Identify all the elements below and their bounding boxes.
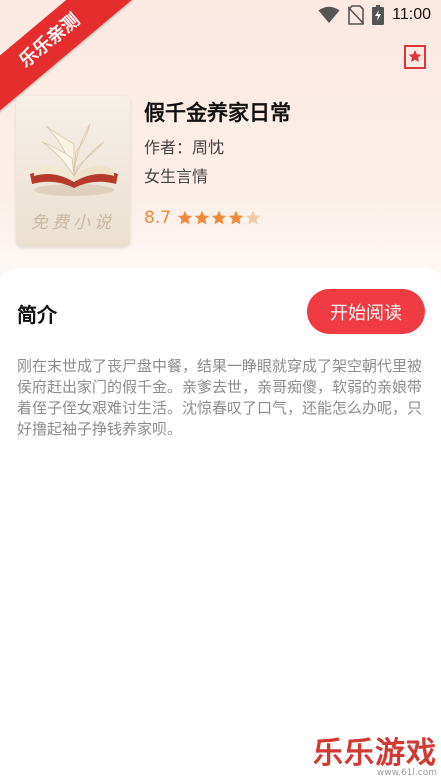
rating: 8.7 bbox=[144, 208, 261, 228]
star-icon bbox=[228, 210, 244, 225]
star-icon bbox=[211, 210, 227, 225]
rating-score: 8.7 bbox=[144, 208, 172, 228]
book-cover[interactable]: 免费小说 bbox=[16, 96, 130, 247]
status-icons: 11:00 bbox=[318, 5, 431, 25]
watermark: 乐乐游戏 www.61l.com bbox=[313, 728, 437, 778]
no-sim-icon bbox=[348, 5, 365, 25]
rating-stars bbox=[177, 210, 261, 226]
book-author: 作者：周忱 bbox=[144, 138, 225, 157]
content-card bbox=[0, 268, 441, 784]
book-category: 女生言情 bbox=[144, 167, 209, 186]
intro-heading: 简介 bbox=[17, 303, 57, 327]
watermark-logo: 乐乐游戏 bbox=[313, 736, 437, 771]
bookmark-star-icon[interactable] bbox=[403, 44, 427, 70]
start-reading-button[interactable]: 开始阅读 bbox=[307, 289, 425, 334]
battery-icon bbox=[372, 5, 385, 25]
book-icon bbox=[30, 123, 118, 196]
status-time: 11:00 bbox=[392, 6, 431, 23]
wifi-icon bbox=[318, 6, 340, 23]
book-title: 假千金养家日常 bbox=[144, 101, 291, 125]
star-icon bbox=[245, 210, 261, 225]
cover-text: 免费小说 bbox=[31, 213, 115, 233]
synopsis: 刚在末世成了丧尸盘中餐，结果一睁眼就穿成了架空朝代里被侯府赶出家门的假千金。亲爹… bbox=[17, 357, 423, 438]
star-icon bbox=[177, 210, 193, 225]
star-icon bbox=[194, 210, 210, 225]
